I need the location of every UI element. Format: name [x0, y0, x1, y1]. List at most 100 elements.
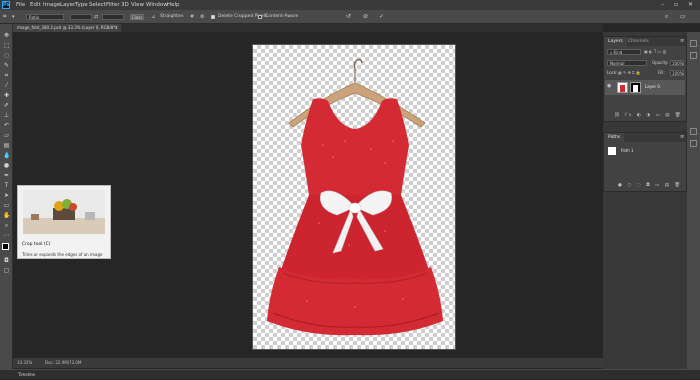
content-aware-checkbox[interactable]: [258, 15, 262, 19]
menu-bar: Ps File Edit Image Layer Type Select Fil…: [0, 0, 700, 10]
brush-tool-icon[interactable]: ✐: [3, 102, 10, 109]
path-select-tool-icon[interactable]: ➤: [3, 192, 10, 199]
ratio-select[interactable]: Ratio: [26, 14, 64, 20]
path-actions[interactable]: ● ○ ◌ ◘ ▭ ▤ 🗑: [618, 183, 682, 188]
eyedropper-tool-icon[interactable]: ⁄: [3, 82, 10, 89]
zoom-level[interactable]: 33.33%: [17, 358, 32, 368]
gradient-tool-icon[interactable]: ▤: [3, 142, 10, 149]
layer-filter-icons[interactable]: ▣ ◐ T ▭ ▥: [644, 49, 666, 54]
timeline-panel: Timeline: [0, 369, 700, 379]
lock-label: Lock:: [607, 70, 618, 75]
opacity-field[interactable]: 100%: [670, 60, 684, 66]
menu-filter[interactable]: Filter: [106, 0, 120, 10]
minimize-icon[interactable]: –: [661, 0, 664, 10]
maximize-icon[interactable]: ▫: [674, 0, 678, 10]
tab-paths[interactable]: Paths: [604, 133, 625, 142]
search-icon: ⌕: [610, 50, 613, 55]
crop-tool-icon[interactable]: ⌗: [3, 10, 6, 24]
layer-name[interactable]: Layer 0: [645, 84, 660, 89]
tab-channels[interactable]: Channels: [624, 37, 653, 46]
tooltip-title: Crop tool (C): [22, 242, 51, 247]
eraser-tool-icon[interactable]: ▱: [3, 132, 10, 139]
menu-help[interactable]: Help: [167, 0, 180, 10]
layer-row[interactable]: ◉ Layer 0: [605, 80, 685, 95]
blend-mode-select[interactable]: Normal: [607, 60, 647, 66]
blur-tool-icon[interactable]: 💧: [3, 152, 10, 159]
history-icon[interactable]: [690, 40, 697, 47]
straighten-icon[interactable]: ⊿: [151, 10, 155, 24]
history-brush-icon[interactable]: ↶: [3, 122, 10, 129]
marquee-tool-icon[interactable]: ⬚: [3, 42, 10, 49]
menu-view[interactable]: View: [131, 0, 144, 10]
swatches-icon[interactable]: [690, 140, 697, 147]
filter-kind-select[interactable]: ⌕ Kind: [607, 49, 641, 55]
close-icon[interactable]: ×: [115, 24, 118, 32]
shape-tool-icon[interactable]: ▭: [3, 202, 10, 209]
menu-file[interactable]: File: [16, 0, 25, 10]
menu-3d[interactable]: 3D: [121, 0, 129, 10]
gear-icon[interactable]: ⚙: [200, 10, 204, 24]
panel-menu-icon[interactable]: ≡: [680, 134, 684, 140]
layer-actions[interactable]: ⛓ fx ◐ ◑ ▭ ▤ 🗑: [614, 113, 683, 118]
width-field[interactable]: [70, 14, 92, 20]
eye-icon[interactable]: ◉: [607, 83, 611, 89]
fill-label: Fill:: [658, 70, 665, 75]
path-row[interactable]: Path 1: [605, 146, 685, 156]
type-tool-icon[interactable]: T: [3, 182, 10, 189]
path-name[interactable]: Path 1: [621, 148, 634, 153]
workspace-icon[interactable]: ▭: [680, 10, 686, 24]
quick-select-tool-icon[interactable]: ✎: [3, 62, 10, 69]
chevron-down-icon[interactable]: ▾: [12, 10, 15, 24]
height-field[interactable]: [102, 14, 124, 20]
lock-icons[interactable]: ▦ ✎ ✥ ⌗ 🔒: [618, 70, 641, 75]
layer-mask-thumbnail[interactable]: [630, 82, 641, 93]
panel-menu-icon[interactable]: ≡: [680, 38, 684, 44]
status-bar: 33.33% Doc: 22.9M/73.0M: [13, 358, 603, 368]
swap-icon[interactable]: ⇄: [94, 10, 98, 24]
dodge-tool-icon[interactable]: ●: [3, 162, 10, 169]
clear-button[interactable]: Clear: [130, 14, 144, 20]
more-tools-icon[interactable]: ⋯: [3, 232, 10, 239]
menu-image[interactable]: Image: [43, 0, 60, 10]
lasso-tool-icon[interactable]: ◌: [3, 52, 10, 59]
doc-size: Doc: 22.9M/73.0M: [45, 360, 82, 365]
document-tab-title: image_fotd_380.2.psd @ 33.3% (Layer 0, R…: [17, 25, 117, 30]
zoom-tool-icon[interactable]: ⌕: [3, 222, 10, 229]
stamp-tool-icon[interactable]: ⊥: [3, 112, 10, 119]
options-bar: ⌗ ▾ Ratio ⇄ Clear ⊿ Straighten # ⚙ Delet…: [0, 10, 700, 24]
search-icon[interactable]: ⌕: [665, 10, 668, 24]
move-tool-icon[interactable]: ✥: [3, 32, 10, 39]
tooltip-preview-image: [23, 190, 105, 234]
delete-cropped-checkbox[interactable]: [211, 15, 215, 19]
reset-icon[interactable]: ↺: [346, 10, 351, 24]
cancel-icon[interactable]: ⊘: [363, 10, 368, 24]
color-icon[interactable]: [690, 128, 697, 135]
overlay-grid-icon[interactable]: #: [190, 10, 194, 24]
commit-check-icon[interactable]: ✓: [379, 10, 384, 24]
properties-icon[interactable]: [690, 52, 697, 59]
document-tab[interactable]: image_fotd_380.2.psd @ 33.3% (Layer 0, R…: [13, 24, 121, 32]
pen-tool-icon[interactable]: ✒: [3, 172, 10, 179]
quick-mask-icon[interactable]: ◘: [3, 257, 10, 264]
dress-image: [267, 58, 443, 336]
menu-edit[interactable]: Edit: [30, 0, 41, 10]
close-icon[interactable]: ✕: [688, 0, 693, 10]
menu-layer[interactable]: Layer: [60, 0, 75, 10]
crop-tool-icon[interactable]: ⌗: [3, 72, 10, 79]
screen-mode-icon[interactable]: ▢: [3, 267, 10, 274]
menu-select[interactable]: Select: [89, 0, 106, 10]
menu-window[interactable]: Window: [146, 0, 168, 10]
straighten-label[interactable]: Straighten: [160, 10, 184, 24]
content-aware-label: Content-Aware: [265, 14, 299, 19]
document-canvas[interactable]: [252, 44, 456, 350]
photoshop-logo-icon: Ps: [2, 1, 10, 9]
healing-tool-icon[interactable]: ✚: [3, 92, 10, 99]
opacity-label: Opacity:: [652, 60, 669, 65]
tooltip-description: Trims or expands the edges of an image: [22, 252, 103, 257]
hand-tool-icon[interactable]: ✋: [3, 212, 10, 219]
foreground-color-swatch[interactable]: [2, 243, 9, 250]
menu-type[interactable]: Type: [75, 0, 88, 10]
tools-panel: ✥ ⬚ ◌ ✎ ⌗ ⁄ ✚ ✐ ⊥ ↶ ▱ ▤ 💧 ● ✒ T ➤ ▭ ✋ ⌕ …: [0, 24, 13, 369]
collapsed-panels-strip: [687, 32, 700, 369]
fill-field[interactable]: 100%: [670, 70, 684, 76]
